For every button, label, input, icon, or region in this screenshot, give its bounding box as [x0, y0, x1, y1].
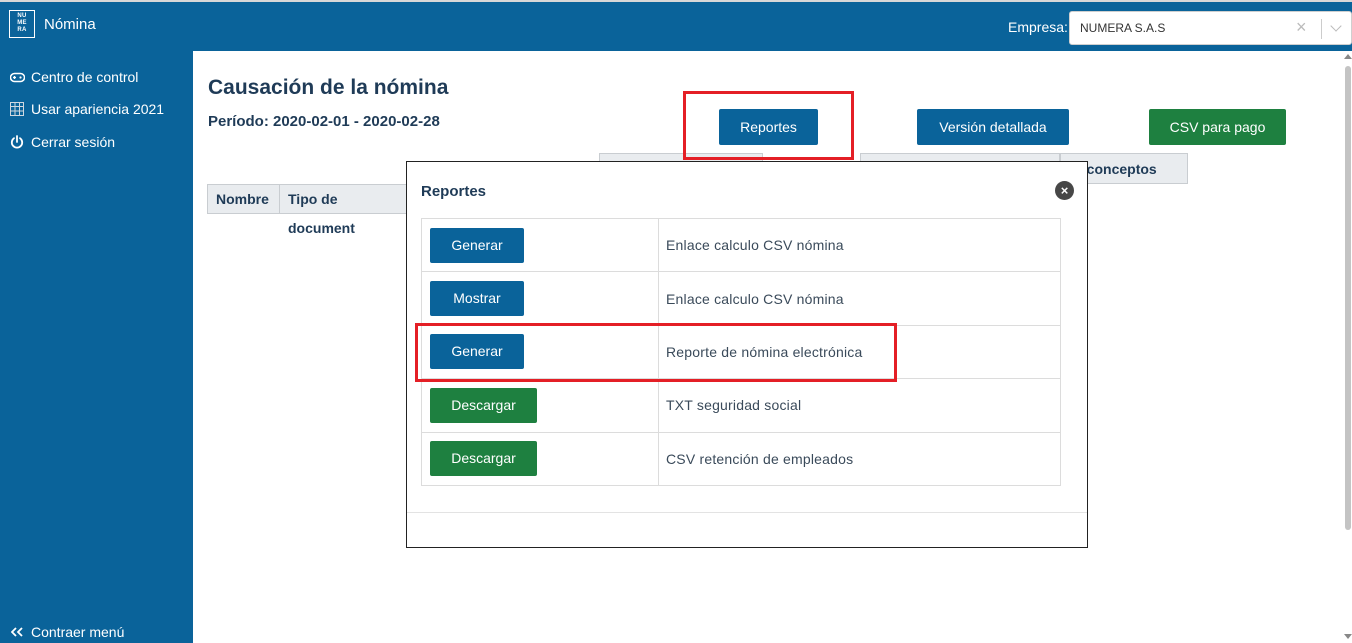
gamepad-icon [9, 69, 25, 85]
select-separator [1321, 19, 1322, 39]
app-title: Nómina [44, 16, 96, 33]
period-label: Período: 2020-02-01 - 2020-02-28 [208, 113, 440, 130]
report-description: Enlace calculo CSV nómina [658, 217, 1061, 273]
modal-title: Reportes [421, 183, 487, 200]
scrollbar-thumb[interactable] [1345, 66, 1351, 530]
sidebar-item-centro-de-control[interactable]: Centro de control [9, 69, 138, 85]
sidebar-item-usar-apariencia-2021[interactable]: Usar apariencia 2021 [9, 101, 164, 117]
empresa-select-value: NUMERA S.A.S [1080, 21, 1166, 35]
report-description: Enlace calculo CSV nómina [658, 271, 1061, 326]
empresa-select[interactable]: NUMERA S.A.S × [1069, 11, 1352, 45]
chevron-down-icon[interactable] [1330, 20, 1342, 32]
table-row: Generar Enlace calculo CSV nómina [421, 217, 1061, 273]
sidebar-item-label: Cerrar sesión [31, 134, 116, 150]
clear-icon[interactable]: × [1296, 17, 1307, 38]
table-row: Descargar CSV retención de empleados [421, 431, 1061, 486]
table-row: Mostrar Enlace calculo CSV nómina [421, 271, 1061, 326]
descargar-csv-retencion-button[interactable]: Descargar [430, 441, 537, 477]
collapse-menu-label: Contraer menú [31, 624, 125, 640]
scroll-up-arrow[interactable] [1344, 54, 1352, 59]
numera-logo[interactable]: NU ME RA [9, 10, 35, 38]
version-detallada-button[interactable]: Versión detallada [917, 109, 1069, 145]
generar-nomina-electronica-button[interactable]: Generar [430, 334, 524, 370]
collapse-menu-button[interactable]: Contraer menú [9, 624, 124, 640]
sidebar: Centro de control Usar apariencia 2021 C… [0, 51, 193, 643]
descargar-txt-button[interactable]: Descargar [430, 387, 537, 423]
report-description: CSV retención de empleados [658, 431, 1061, 486]
report-description: Reporte de nómina electrónica [658, 324, 1061, 380]
table-row: Descargar TXT seguridad social [421, 378, 1061, 433]
table-row: Generar Reporte de nómina electrónica [421, 324, 1061, 380]
grid-calendar-icon [9, 101, 25, 117]
empresa-label: Empresa: [1008, 19, 1068, 35]
close-icon[interactable]: × [1055, 181, 1074, 200]
modal-divider [407, 512, 1087, 513]
csv-para-pago-button[interactable]: CSV para pago [1149, 109, 1286, 145]
sidebar-item-label: Centro de control [31, 69, 139, 85]
power-icon [9, 134, 25, 150]
column-header-nombre[interactable]: Nombre [207, 184, 280, 214]
scroll-down-arrow[interactable] [1344, 634, 1352, 639]
top-bar: NU ME RA Nómina Empresa: NUMERA S.A.S × [0, 0, 1352, 51]
reportes-button[interactable]: Reportes [719, 109, 818, 145]
column-header-tipo-documento[interactable]: Tipo de document [279, 184, 407, 236]
sidebar-item-label: Usar apariencia 2021 [31, 101, 165, 117]
report-description: TXT seguridad social [658, 378, 1061, 433]
page-title: Causación de la nómina [208, 76, 449, 99]
sidebar-item-cerrar-sesion[interactable]: Cerrar sesión [9, 134, 115, 150]
mostrar-csv-button[interactable]: Mostrar [430, 281, 524, 317]
reportes-modal: Reportes × Generar Enlace calculo CSV nó… [406, 161, 1088, 548]
reports-table: Generar Enlace calculo CSV nómina Mostra… [421, 217, 1061, 486]
double-chevron-left-icon [9, 624, 25, 640]
generar-csv-button[interactable]: Generar [430, 227, 524, 263]
